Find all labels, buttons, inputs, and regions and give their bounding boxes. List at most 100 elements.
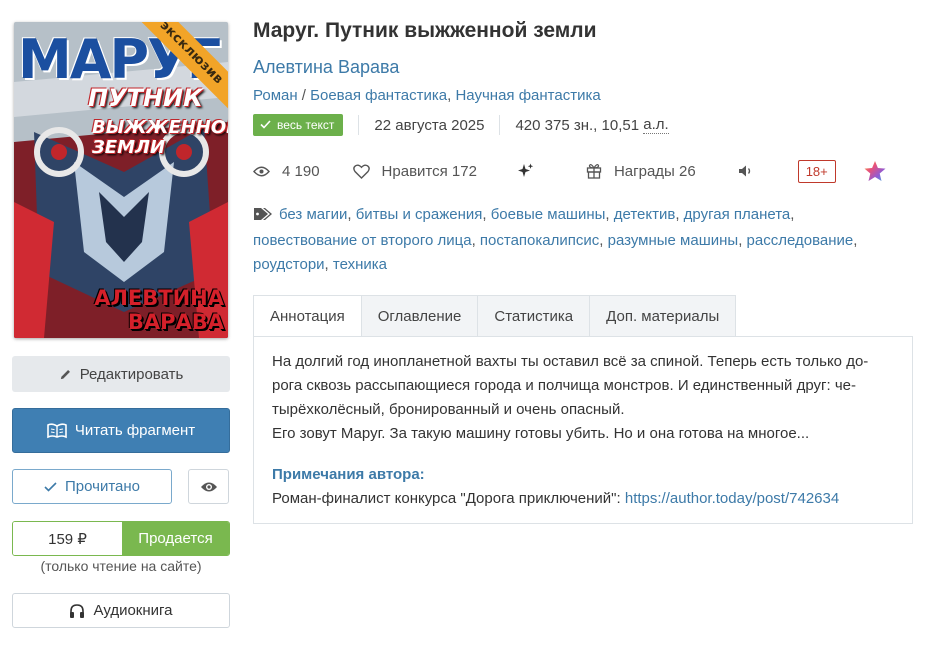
- sparkles-icon: [517, 163, 540, 179]
- cover-title-sub: ПУТНИК: [88, 84, 203, 112]
- mark-read-button[interactable]: Прочитано: [12, 469, 172, 504]
- likes-button[interactable]: Нравится 172: [352, 162, 477, 180]
- tag-list: без магии, битвы и сражения, боевые маши…: [253, 203, 893, 277]
- author-notes-heading: Примечания автора:: [272, 466, 425, 483]
- tag-link[interactable]: разумные машины: [608, 232, 739, 249]
- tag-separator: ,: [605, 206, 614, 223]
- awards-label: Награды: [613, 162, 675, 180]
- size-sheets: 10,51: [601, 116, 640, 134]
- edit-button[interactable]: Редактировать: [12, 356, 230, 392]
- tab-annotation[interactable]: Аннотация: [253, 295, 362, 337]
- tag-link[interactable]: повествование от второго лица: [253, 232, 472, 249]
- divider: [358, 115, 360, 135]
- heart-icon: [352, 163, 376, 179]
- headphones-icon: [69, 603, 85, 618]
- tag-separator: ,: [482, 206, 491, 223]
- divider: [499, 115, 501, 135]
- age-badge: 18+: [797, 159, 836, 183]
- audiobook-button[interactable]: Аудиокнига: [12, 593, 230, 628]
- annotation-line: рога сквозь рассыпающиеся города и полчи…: [272, 377, 856, 394]
- price-value: 159 ₽: [13, 522, 122, 555]
- tab-statistics[interactable]: Статистика: [478, 295, 591, 337]
- price-widget[interactable]: 159 ₽ Продается: [12, 521, 230, 556]
- tag-separator: ,: [738, 232, 747, 249]
- author-notes-text: Роман-финалист конкурса "Дорога приключе…: [272, 490, 625, 507]
- size-unit[interactable]: а.л.: [643, 116, 669, 134]
- pencil-icon: [59, 368, 72, 381]
- tag-link[interactable]: другая планета: [684, 206, 791, 223]
- tag-link[interactable]: постапокалипсис: [480, 232, 599, 249]
- rating-star-button[interactable]: [863, 160, 893, 183]
- cover-author-line2: ВАРАВА: [127, 310, 224, 334]
- speaker-icon: [738, 164, 760, 178]
- tags-icon: [253, 205, 273, 229]
- cover-title-sub2-line2: ЗЕМЛИ: [92, 137, 166, 158]
- tab-contents[interactable]: Оглавление: [361, 295, 479, 337]
- author-notes-link[interactable]: https://author.today/post/742634: [625, 490, 839, 507]
- read-fragment-label: Читать фрагмент: [74, 422, 196, 439]
- annotation-line: тырёхколёсный, бронированный и очень опа…: [272, 401, 625, 418]
- likes-count: 172: [451, 162, 477, 180]
- full-text-label: весь текст: [277, 118, 335, 132]
- cover-author-line1: АЛЕВТИНА: [94, 286, 224, 310]
- open-book-icon: [47, 422, 67, 439]
- watch-button[interactable]: [188, 469, 229, 504]
- stats-row: 4 190 Нравится 172 Награды 26 18+: [253, 158, 893, 184]
- eye-icon: [200, 481, 218, 493]
- tag-separator: ,: [599, 232, 608, 249]
- tag-link[interactable]: детектив: [614, 206, 676, 223]
- price-note: (только чтение на сайте): [40, 558, 202, 574]
- tag-link[interactable]: техника: [333, 256, 387, 273]
- views-stat: 4 190: [253, 163, 320, 180]
- star-icon: [863, 160, 893, 183]
- tag-separator: ,: [675, 206, 684, 223]
- age-rating: 18+: [797, 159, 836, 183]
- size-chars: 420 375 зн.,: [515, 116, 598, 134]
- sparkles-button[interactable]: [517, 163, 540, 179]
- awards-button[interactable]: Награды 26: [586, 163, 696, 180]
- audio-button[interactable]: [738, 164, 760, 178]
- author-link[interactable]: Алевтина Варава: [253, 57, 399, 78]
- gift-icon: [586, 163, 608, 179]
- eye-icon: [253, 166, 276, 177]
- cover-author: АЛЕВТИНА ВАРАВА: [54, 286, 224, 334]
- on-sale-button[interactable]: Продается: [122, 522, 229, 555]
- tag-link[interactable]: расследование: [747, 232, 854, 249]
- genre-list: Роман / Боевая фантастика, Научная фанта…: [253, 87, 601, 104]
- tag-separator: ,: [853, 232, 858, 249]
- cover-title-sub2: ВЫЖЖЕННОЙ ЗЕМЛИ: [92, 118, 228, 158]
- tag-link[interactable]: роудстори: [253, 256, 325, 273]
- tag-link[interactable]: без магии: [279, 206, 347, 223]
- tag-separator: ,: [347, 206, 356, 223]
- genre-link[interactable]: Роман: [253, 87, 298, 104]
- genre-link[interactable]: Научная фантастика: [455, 87, 600, 104]
- annotation-panel: На долгий год инопланетной вахты ты оста…: [253, 336, 913, 524]
- meta-row: весь текст 22 августа 2025 420 375 зн., …: [253, 113, 669, 137]
- full-text-badge: весь текст: [253, 114, 344, 136]
- mark-read-label: Прочитано: [65, 478, 140, 495]
- tab-bar: Аннотация Оглавление Статистика Доп. мат…: [253, 295, 737, 337]
- edit-button-label: Редактировать: [79, 365, 184, 383]
- audiobook-label: Аудиокнига: [93, 602, 173, 619]
- book-cover[interactable]: МАРУГ ПУТНИК ВЫЖЖЕННОЙ ЗЕМЛИ АЛЕВТИНА ВА…: [14, 22, 228, 338]
- read-fragment-button[interactable]: Читать фрагмент: [12, 408, 230, 453]
- likes-label: Нравится: [381, 162, 448, 180]
- publish-date: 22 августа 2025: [374, 116, 485, 134]
- genre-separator: /: [297, 87, 311, 104]
- tab-extra-materials[interactable]: Доп. материалы: [590, 295, 737, 337]
- tag-link[interactable]: битвы и сражения: [356, 206, 483, 223]
- tag-separator: ,: [324, 256, 333, 273]
- tag-separator: ,: [471, 232, 480, 249]
- tag-link[interactable]: боевые машины: [491, 206, 606, 223]
- annotation-line: Его зовут Маруг. За такую машину готовы …: [272, 425, 810, 442]
- check-icon: [44, 481, 57, 492]
- annotation-line: На долгий год инопланетной вахты ты оста…: [272, 353, 869, 370]
- book-title: Маруг. Путник выжженной земли: [253, 19, 597, 42]
- author-notes: Роман-финалист конкурса "Дорога приключе…: [272, 487, 894, 511]
- awards-count: 26: [679, 162, 696, 180]
- genre-link[interactable]: Боевая фантастика: [310, 87, 447, 104]
- views-count: 4 190: [282, 162, 320, 180]
- check-icon: [260, 118, 271, 132]
- cover-title-sub2-line1: ВЫЖЖЕННОЙ: [92, 117, 228, 138]
- tag-separator: ,: [790, 206, 795, 223]
